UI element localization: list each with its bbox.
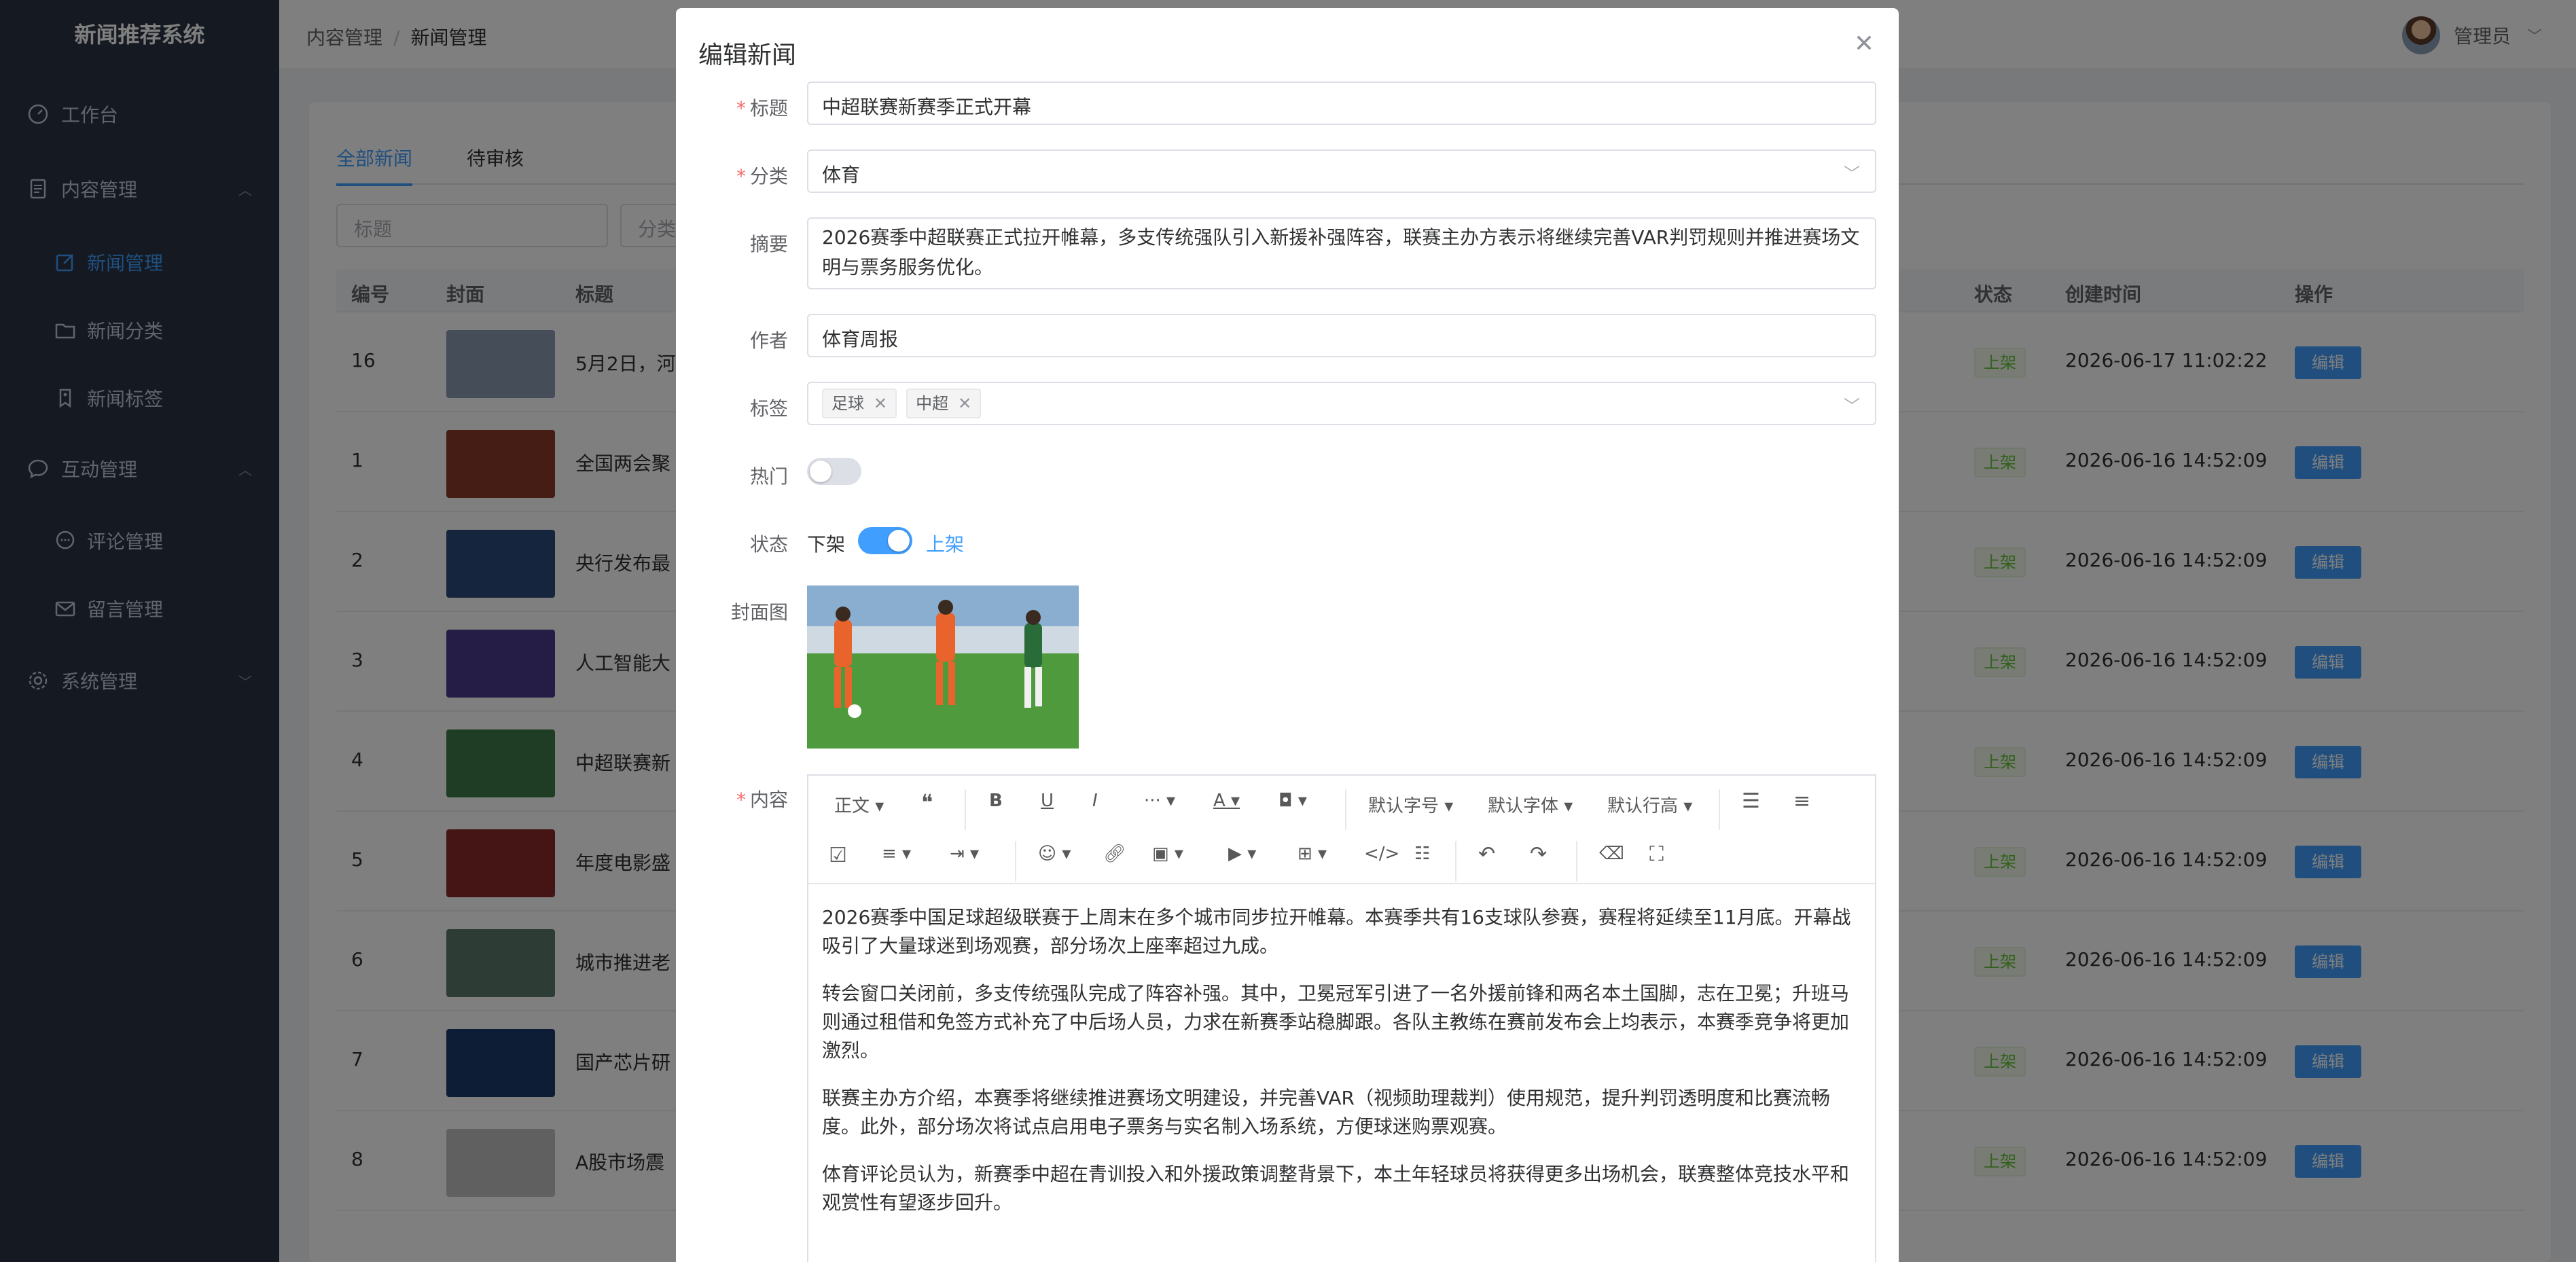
undo-icon[interactable]: ↶ (1478, 842, 1495, 866)
bulleted-list-icon[interactable]: ☰ (1742, 789, 1760, 813)
close-icon[interactable]: ✕ (1854, 30, 1874, 58)
author-input[interactable]: 体育周报 (807, 314, 1876, 357)
indent-icon[interactable]: ⇥ ▾ (950, 844, 979, 864)
toggle-knob (888, 530, 910, 552)
edit-news-dialog: 编辑新闻 ✕ * 标题 中超联赛新赛季正式开幕 * 分类 体育 ﹀ 摘要 2026赛季… (676, 8, 1899, 1262)
underline-icon[interactable]: U (1041, 791, 1054, 811)
toolbar-divider (965, 789, 966, 830)
close-icon[interactable]: ✕ (958, 394, 971, 413)
football-players-image (807, 585, 1079, 749)
title-input[interactable]: 中超联赛新赛季正式开幕 (807, 82, 1876, 125)
hot-toggle[interactable] (807, 458, 861, 485)
status-toggle[interactable] (858, 527, 912, 554)
form-label: 摘要 (749, 233, 788, 255)
toolbar-divider (1455, 841, 1456, 882)
form-label: 热门 (749, 465, 788, 488)
link-icon[interactable]: 🔗︎ (1103, 844, 1126, 864)
toolbar-divider (1345, 789, 1346, 830)
form-label: * 标题 (736, 97, 788, 120)
align-left-icon[interactable]: ≡ ▾ (882, 844, 911, 864)
toolbar-divider (1015, 841, 1016, 882)
form-label: 状态 (749, 533, 788, 556)
content-paragraph: 体育评论员认为，新赛季中超在青训投入和外援政策调整背景下，本土年轻球员将获得更多… (822, 1163, 1850, 1214)
font-color-icon[interactable]: A ▾ (1213, 791, 1240, 811)
toggle-knob (810, 461, 831, 482)
rich-text-editor: 正文 ▾ ❝ B U I ··· ▾ A ▾ ◘ ▾ 默认字号 ▾ 默认字体 ▾… (807, 774, 1876, 1262)
status-on-label[interactable]: 上架 (926, 530, 964, 557)
status-off-label[interactable]: 下架 (807, 530, 845, 557)
form-label: * 内容 (736, 789, 788, 811)
toolbar-divider (1576, 841, 1577, 882)
tags-select[interactable]: 足球 ✕ 中超 ✕ ﹀ (807, 382, 1876, 425)
code-icon[interactable]: </> (1364, 844, 1399, 864)
content-paragraph: 联赛主办方介绍，本赛季将继续推进赛场文明建设，并完善VAR（视频助理裁判）使用规… (822, 1087, 1830, 1138)
form-label: 标签 (749, 397, 788, 420)
content-paragraph: 转会窗口关闭前，多支传统强队完成了阵容补强。其中，卫冕冠军引进了一名外援前锋和两… (822, 982, 1850, 1062)
more-formatting-icon[interactable]: ··· ▾ (1144, 791, 1175, 811)
category-select[interactable]: 体育 ﹀ (807, 149, 1876, 193)
category-value: 体育 (822, 164, 861, 186)
summary-textarea[interactable]: 2026赛季中超联赛正式拉开帷幕，多支传统强队引入新援补强阵容，联赛主办方表示将… (807, 217, 1876, 289)
bold-icon[interactable]: B (989, 791, 1003, 811)
editor-content[interactable]: 2026赛季中国足球超级联赛于上周末在多个城市同步拉开帷幕。本赛季共有16支球队… (822, 903, 1861, 1236)
close-icon[interactable]: ✕ (874, 394, 887, 413)
redo-icon[interactable]: ↷ (1530, 842, 1547, 866)
italic-icon[interactable]: I (1092, 791, 1098, 811)
tag-chip: 足球 ✕ (822, 389, 897, 418)
paragraph-style-dropdown[interactable]: 正文 ▾ (834, 792, 884, 817)
form-label: 作者 (749, 329, 788, 352)
toolbar-divider (1719, 789, 1720, 830)
editor-toolbar: 正文 ▾ ❝ B U I ··· ▾ A ▾ ◘ ▾ 默认字号 ▾ 默认字体 ▾… (808, 776, 1875, 884)
form-label: * 分类 (736, 165, 788, 187)
divider-line-icon[interactable]: ☷ (1414, 844, 1430, 864)
chevron-down-icon: ﹀ (1844, 397, 1860, 416)
content-paragraph: 2026赛季中国足球超级联赛于上周末在多个城市同步拉开帷幕。本赛季共有16支球队… (822, 906, 1851, 957)
numbered-list-icon[interactable]: ≡ (1793, 789, 1810, 813)
table-icon[interactable]: ⊞ ▾ (1298, 844, 1327, 864)
cover-image[interactable] (807, 585, 1079, 749)
form-label: 封面图 (730, 601, 788, 624)
video-icon[interactable]: ▶ ▾ (1228, 844, 1256, 864)
chevron-down-icon: ﹀ (1844, 164, 1860, 183)
image-icon[interactable]: ▣ ▾ (1152, 844, 1183, 864)
background-color-icon[interactable]: ◘ ▾ (1278, 791, 1307, 811)
fullscreen-icon[interactable]: ⛶ (1649, 842, 1664, 866)
tag-chip: 中超 ✕ (906, 389, 982, 418)
clear-format-icon[interactable]: ⌫ (1599, 844, 1624, 864)
emoji-icon[interactable]: ☺ ▾ (1038, 844, 1071, 864)
quote-icon[interactable]: ❝ (921, 789, 933, 815)
font-family-dropdown[interactable]: 默认字体 ▾ (1488, 792, 1573, 817)
dialog-title: 编辑新闻 (698, 41, 797, 69)
todo-checkbox-icon[interactable]: ☑ (829, 844, 847, 867)
line-height-dropdown[interactable]: 默认行高 ▾ (1607, 792, 1692, 817)
font-size-dropdown[interactable]: 默认字号 ▾ (1368, 792, 1453, 817)
